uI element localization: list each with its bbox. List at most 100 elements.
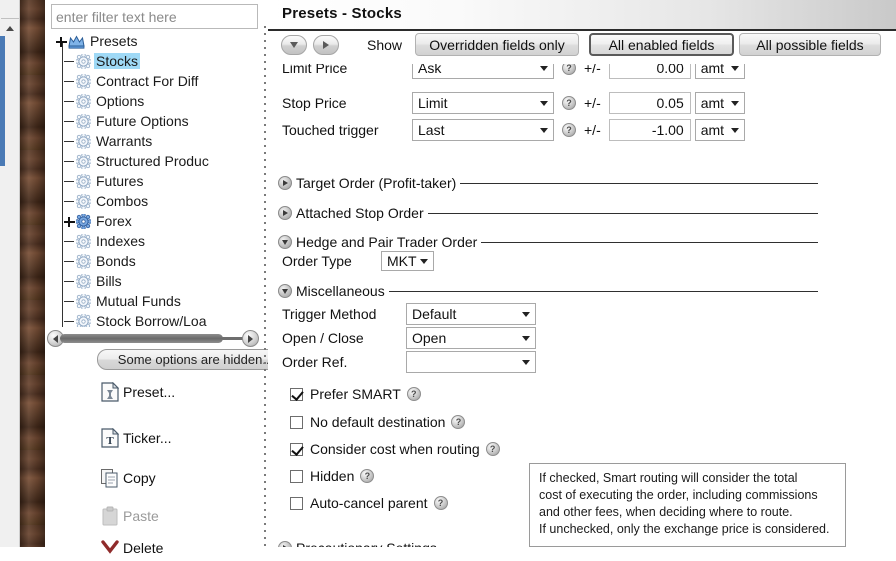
filter-overridden-fields-only[interactable]: Overridden fields only bbox=[415, 33, 579, 56]
chevron-down-icon bbox=[730, 128, 739, 133]
action-copy[interactable]: Copy bbox=[97, 465, 156, 491]
checkbox-box[interactable] bbox=[290, 415, 303, 429]
select-value: amt bbox=[700, 122, 725, 138]
section-miscellaneous[interactable]: Miscellaneous bbox=[278, 282, 818, 300]
tree-item-indexes[interactable]: Indexes bbox=[51, 231, 258, 251]
tree-item-options[interactable]: Options bbox=[51, 91, 258, 111]
help-icon[interactable]: ? bbox=[562, 64, 576, 75]
field-label: Limit Price bbox=[282, 64, 348, 76]
tree-item-futures[interactable]: Futures bbox=[51, 171, 258, 191]
gear-icon bbox=[76, 113, 91, 129]
checkbox-auto-cancel-parent[interactable]: Auto-cancel parent ? bbox=[290, 492, 448, 514]
chevron-right-icon[interactable] bbox=[278, 176, 292, 190]
tooltip-line: and other fees, when deciding where to r… bbox=[539, 505, 793, 519]
checkbox-consider-cost-when-routing[interactable]: Consider cost when routing ? bbox=[290, 438, 500, 460]
stop-price-select[interactable]: Limit bbox=[412, 92, 554, 114]
input-value: 0.05 bbox=[656, 95, 684, 111]
stop-price-unit-select[interactable]: amt bbox=[694, 92, 745, 114]
nav-forward-button[interactable] bbox=[313, 35, 339, 55]
tree-item-structured-produc[interactable]: Structured Produc bbox=[51, 151, 258, 171]
input-value: -1.00 bbox=[651, 122, 684, 138]
help-icon[interactable]: ? bbox=[360, 469, 375, 483]
limit-price-offset-input[interactable]: 0.00 bbox=[608, 64, 691, 79]
action-preset[interactable]: Preset... bbox=[97, 379, 175, 405]
tree-expander-icon[interactable] bbox=[55, 35, 68, 48]
scroll-up-button[interactable] bbox=[1, 18, 19, 38]
tree-item-contract-for-diff[interactable]: Contract For Diff bbox=[51, 71, 258, 91]
chevron-down-icon bbox=[730, 101, 739, 106]
checkbox-box[interactable] bbox=[290, 496, 303, 510]
tree-horizontal-scrollbar[interactable] bbox=[47, 330, 259, 347]
trigger-method-select[interactable]: Default bbox=[406, 303, 536, 325]
tree-expander-icon[interactable] bbox=[63, 215, 76, 228]
checkbox-prefer-smart[interactable]: Prefer SMART ? bbox=[290, 383, 421, 405]
chevron-right-icon[interactable] bbox=[278, 541, 292, 547]
tree-item-presets[interactable]: Presets bbox=[51, 31, 258, 51]
action-label: Preset... bbox=[123, 384, 176, 400]
panel-divider[interactable] bbox=[264, 26, 266, 547]
tooltip-line: If unchecked, only the exchange price is… bbox=[539, 522, 830, 536]
filter-all-enabled-fields[interactable]: All enabled fields bbox=[589, 33, 734, 56]
tree-item-mutual-funds[interactable]: Mutual Funds bbox=[51, 291, 258, 311]
form-row-touched-trigger: Touched trigger Last ? +/- -1.00 amt bbox=[282, 118, 745, 142]
checkbox-box[interactable] bbox=[290, 387, 303, 401]
action-delete[interactable]: Delete bbox=[97, 535, 163, 561]
help-icon[interactable]: ? bbox=[406, 387, 421, 401]
tree-hscroll-thumb[interactable] bbox=[60, 334, 223, 343]
nav-back-button[interactable] bbox=[281, 35, 307, 55]
help-icon[interactable]: ? bbox=[562, 96, 576, 110]
select-value: Limit bbox=[418, 95, 448, 111]
tooltip-line: cost of executing the order, including c… bbox=[539, 488, 818, 502]
tree-item-label: Bills bbox=[96, 273, 122, 289]
select-value: Open bbox=[412, 330, 447, 346]
section-attached-stop-order[interactable]: Attached Stop Order bbox=[278, 204, 818, 222]
scrollbar-thumb[interactable] bbox=[0, 36, 5, 166]
tree-item-combos[interactable]: Combos bbox=[51, 191, 258, 211]
chevron-down-icon[interactable] bbox=[278, 235, 292, 249]
tree-item-bonds[interactable]: Bonds bbox=[51, 251, 258, 271]
section-rule bbox=[388, 290, 818, 292]
help-icon[interactable]: ? bbox=[451, 415, 466, 429]
checkbox-box[interactable] bbox=[290, 442, 303, 456]
touched-trigger-select[interactable]: Last bbox=[412, 119, 554, 141]
filter-input[interactable]: enter filter text here bbox=[51, 4, 258, 29]
open-close-select[interactable]: Open bbox=[406, 327, 536, 349]
section-target-order[interactable]: Target Order (Profit-taker) bbox=[278, 174, 818, 192]
limit-price-select[interactable]: Ask bbox=[412, 64, 554, 79]
tooltip-popup: If checked, Smart routing will consider … bbox=[529, 463, 846, 547]
tree-item-label: Bonds bbox=[96, 253, 136, 269]
tree-item-forex[interactable]: Forex bbox=[51, 211, 258, 231]
checkbox-box[interactable] bbox=[290, 469, 303, 483]
action-ticker[interactable]: T Ticker... bbox=[97, 425, 172, 451]
filter-all-possible-fields[interactable]: All possible fields bbox=[739, 33, 881, 56]
tree-item-bills[interactable]: Bills bbox=[51, 271, 258, 291]
checkbox-no-default-destination[interactable]: No default destination ? bbox=[290, 411, 466, 433]
tree-item-warrants[interactable]: Warrants bbox=[51, 131, 258, 151]
touched-trigger-unit-select[interactable]: amt bbox=[694, 119, 745, 141]
page-title: Presets - Stocks bbox=[282, 5, 402, 22]
form-row-order-ref: Order Ref. bbox=[282, 350, 536, 374]
tree-scroll-right-button[interactable] bbox=[242, 330, 259, 347]
presets-tree[interactable]: Presets Stocks Contract For Diff Options… bbox=[51, 31, 258, 327]
checkbox-hidden[interactable]: Hidden ? bbox=[290, 465, 375, 487]
tree-branch-line bbox=[63, 195, 76, 208]
chevron-right-icon[interactable] bbox=[278, 206, 292, 220]
tree-item-stock-borrow-loa[interactable]: Stock Borrow/Loa bbox=[51, 311, 258, 327]
action-paste[interactable]: Paste bbox=[97, 503, 159, 529]
chevron-down-icon[interactable] bbox=[278, 284, 292, 298]
tree-branch-line bbox=[63, 95, 76, 108]
tree-item-future-options[interactable]: Future Options bbox=[51, 111, 258, 131]
gear-icon bbox=[76, 313, 91, 327]
stop-price-offset-input[interactable]: 0.05 bbox=[608, 92, 691, 114]
limit-price-unit-select[interactable]: amt bbox=[694, 64, 745, 79]
order-type-select[interactable]: MKT bbox=[381, 251, 434, 271]
gear-icon bbox=[76, 53, 91, 69]
tree-item-stocks[interactable]: Stocks bbox=[51, 51, 258, 71]
tree-item-label: Stocks bbox=[94, 53, 141, 69]
help-icon[interactable]: ? bbox=[485, 442, 500, 456]
order-ref-select[interactable] bbox=[406, 351, 536, 373]
window-scrollbar[interactable] bbox=[0, 0, 20, 547]
touched-trigger-offset-input[interactable]: -1.00 bbox=[608, 119, 691, 141]
help-icon[interactable]: ? bbox=[433, 496, 448, 510]
help-icon[interactable]: ? bbox=[562, 123, 576, 137]
